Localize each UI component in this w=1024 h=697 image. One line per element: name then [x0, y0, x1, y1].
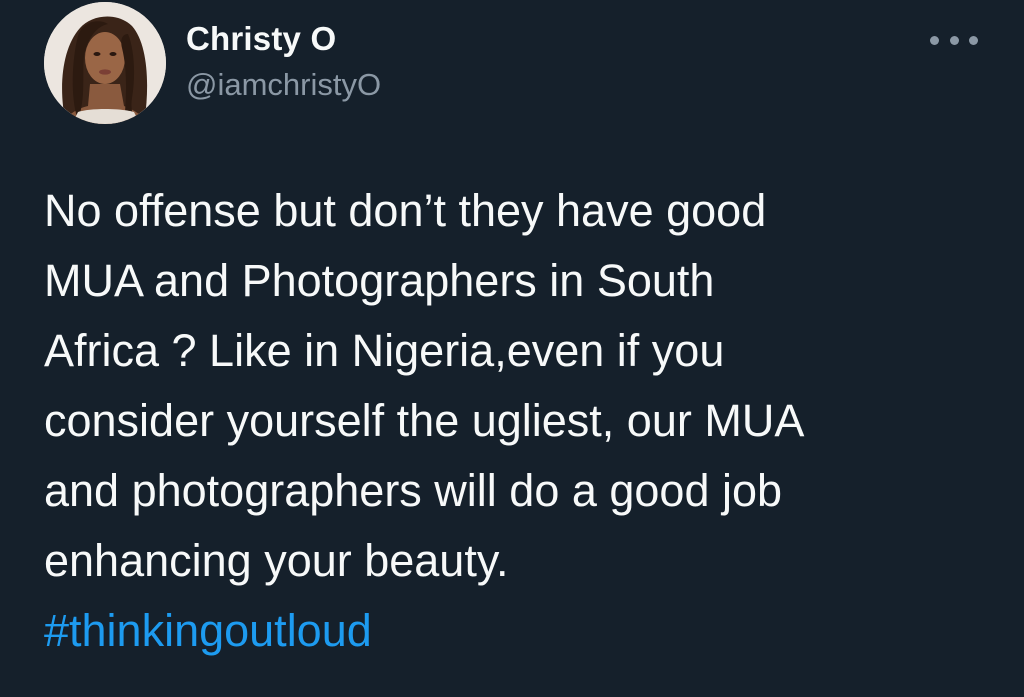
hashtag-link[interactable]: #thinkingoutloud — [44, 596, 984, 666]
avatar[interactable] — [44, 2, 166, 124]
tweet-text-line: No offense but don’t they have good — [44, 185, 767, 236]
author-handle[interactable]: @iamchristyO — [186, 67, 381, 103]
more-options-icon[interactable] — [930, 24, 978, 56]
author-display-name[interactable]: Christy O — [186, 20, 336, 58]
more-dot — [930, 35, 939, 45]
tweet: Christy O @iamchristyO No offense but do… — [0, 0, 1024, 697]
tweet-text-line: consider yourself the ugliest, our MUA — [44, 395, 805, 446]
tweet-text-line: and photographers will do a good job — [44, 465, 783, 516]
more-dot — [949, 35, 959, 45]
tweet-text-line: Africa ? Like in Nigeria,even if you — [44, 325, 725, 376]
tweet-text-line: enhancing your beauty. — [44, 535, 509, 586]
tweet-text: No offense but don’t they have good MUA … — [44, 176, 984, 666]
tweet-text-line: MUA and Photographers in South — [44, 255, 715, 306]
more-dot — [969, 35, 978, 45]
avatar-image — [44, 2, 166, 124]
